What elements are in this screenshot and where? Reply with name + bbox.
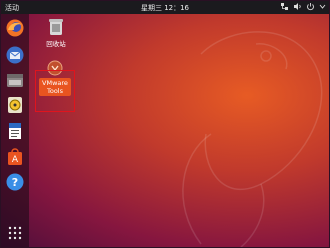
apps-grid-icon (8, 226, 22, 240)
network-icon (281, 3, 288, 10)
writer-launcher[interactable] (5, 121, 25, 141)
power-icon (307, 3, 314, 11)
help-icon: ? (6, 173, 24, 191)
screen: 回收站 VMware Tools A ? 星期三 12：16 活动 (0, 0, 330, 248)
software-launcher[interactable]: A (5, 147, 25, 167)
top-bar: 星期三 12：16 活动 (1, 1, 329, 14)
system-tray[interactable] (280, 2, 326, 11)
volume-icon (294, 3, 301, 10)
mail-icon (6, 46, 24, 64)
svg-text:?: ? (12, 176, 18, 189)
trash-desktop-icon[interactable]: 回收站 (41, 18, 71, 48)
files-icon (7, 74, 23, 87)
activities-button[interactable]: 活动 (5, 3, 19, 13)
firefox-launcher[interactable] (5, 18, 25, 38)
svg-text:A: A (12, 155, 19, 165)
trash-label: 回收站 (46, 40, 66, 48)
document-icon (9, 123, 21, 139)
help-launcher[interactable]: ? (5, 172, 25, 192)
desktop: 回收站 VMware Tools (1, 14, 329, 247)
store-icon: A (8, 148, 22, 165)
wallpaper-art (182, 31, 323, 247)
selection-highlight-box (35, 70, 75, 112)
dock: A ? (1, 14, 29, 247)
chevron-down-icon (319, 4, 326, 9)
firefox-icon (6, 19, 24, 37)
thunderbird-launcher[interactable] (5, 45, 25, 65)
show-applications-button[interactable] (8, 225, 22, 240)
music-icon (8, 97, 22, 113)
files-launcher[interactable] (5, 70, 25, 90)
rhythmbox-launcher[interactable] (5, 95, 25, 115)
trash-icon (49, 19, 63, 35)
